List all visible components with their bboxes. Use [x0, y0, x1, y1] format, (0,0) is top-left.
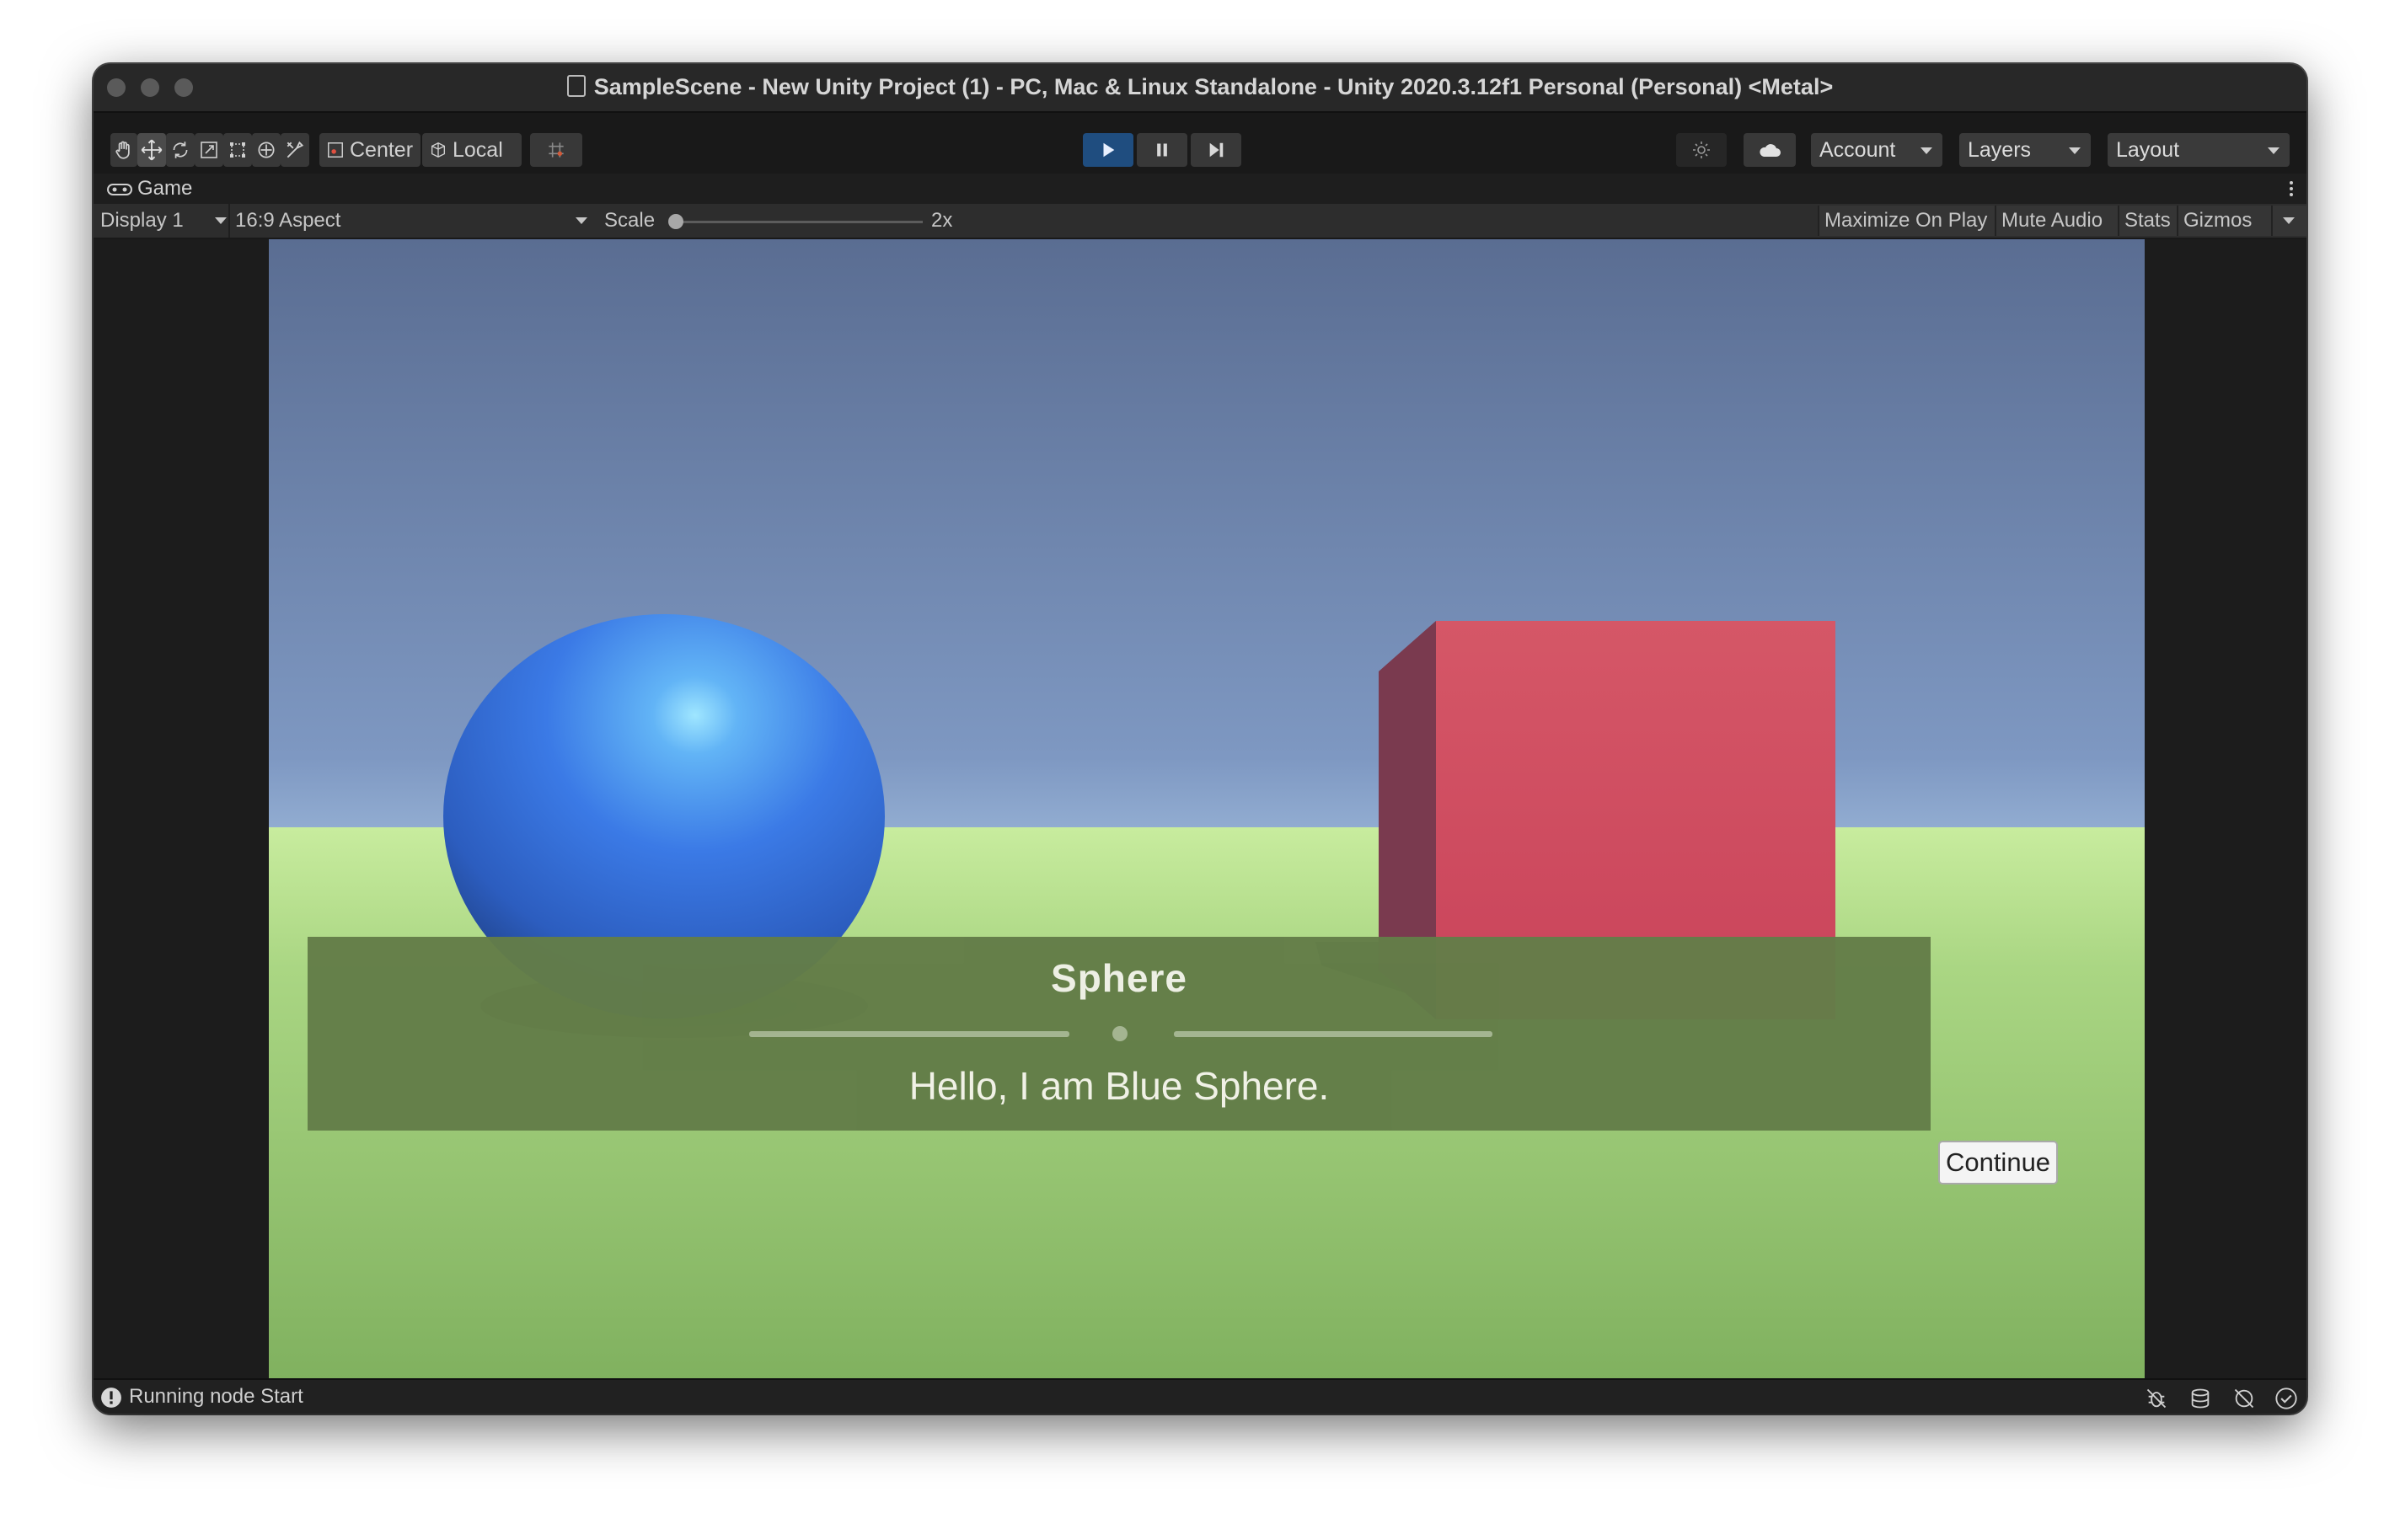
cache-off-icon[interactable] [2232, 1387, 2256, 1410]
sun-icon [1693, 142, 1710, 158]
pivot-mode-button[interactable]: Center [319, 133, 421, 167]
window-title-text: SampleScene - New Unity Project (1) - PC… [593, 74, 1834, 99]
play-icon [1103, 142, 1115, 158]
account-label: Account [1819, 138, 1896, 162]
hand-tool-button[interactable] [110, 133, 137, 167]
display-label: Display 1 [100, 209, 184, 232]
gamepad-icon [107, 184, 132, 195]
custom-tool-button[interactable] [281, 133, 309, 167]
rect-transform-icon [230, 142, 245, 158]
dialogue-line: Hello, I am Blue Sphere. [908, 1064, 1330, 1108]
play-button[interactable] [1083, 133, 1133, 167]
transform-tool-button[interactable] [252, 133, 281, 167]
scale-slider-track[interactable] [670, 221, 923, 223]
aspect-dropdown[interactable]: 16:9 Aspect [228, 204, 592, 238]
local-space-icon [431, 142, 446, 158]
transform-icon [258, 142, 275, 158]
chevron-down-icon [576, 217, 587, 224]
grid-snapping-button[interactable] [530, 133, 582, 167]
divider-dot [1112, 1026, 1128, 1041]
dialogue-panel: Sphere Hello, I am Blue Sphere. [308, 937, 1931, 1131]
pause-icon [1157, 143, 1167, 157]
stats-toggle[interactable]: Stats [2118, 206, 2177, 236]
continue-button[interactable]: Continue [1938, 1141, 2058, 1184]
pause-button[interactable] [1137, 133, 1187, 167]
game-viewport[interactable] [175, 239, 2226, 1392]
scale-icon [201, 142, 217, 158]
status-bar: Running node Start [94, 1378, 2306, 1414]
mute-audio-toggle[interactable]: Mute Audio [1995, 206, 2118, 236]
chevron-down-icon [2069, 147, 2081, 154]
unity-editor-window: SampleScene - New Unity Project (1) - PC… [94, 64, 2306, 1414]
title-bar: SampleScene - New Unity Project (1) - PC… [94, 64, 2306, 113]
divider-line-right [1174, 1031, 1492, 1037]
rotate-tool-button[interactable] [166, 133, 195, 167]
layout-dropdown[interactable]: Layout [2108, 133, 2290, 167]
move-tool-button[interactable] [137, 133, 166, 167]
collab-services-button[interactable] [1676, 133, 1727, 167]
pivot-space-button[interactable]: Local [422, 133, 522, 167]
layout-label: Layout [2116, 138, 2180, 162]
status-message: Running node Start [129, 1385, 303, 1408]
scale-value: 2x [931, 209, 953, 232]
account-dropdown[interactable]: Account [1811, 133, 1942, 167]
window-title: SampleScene - New Unity Project (1) - PC… [94, 74, 2306, 100]
chevron-down-icon [1921, 147, 1932, 154]
layers-label: Layers [1968, 138, 2032, 162]
check-circle-icon[interactable] [2274, 1387, 2298, 1410]
tab-game[interactable]: Game [137, 177, 192, 201]
hand-icon [115, 141, 130, 159]
game-view-controls: Display 1 16:9 Aspect Scale 2x Maximize … [94, 204, 2306, 239]
gizmos-menu-button[interactable] [2271, 206, 2306, 236]
display-dropdown[interactable]: Display 1 [100, 204, 227, 238]
bug-icon[interactable] [2145, 1387, 2168, 1410]
rect-tool-button[interactable] [223, 133, 252, 167]
rotate-icon [173, 142, 188, 158]
step-icon [1209, 142, 1224, 158]
tools-icon [287, 141, 304, 158]
scene-file-icon [566, 75, 586, 97]
chevron-down-icon [215, 217, 227, 224]
more-options-icon[interactable] [2288, 179, 2295, 199]
scale-label: Scale [604, 209, 656, 232]
scene-render [175, 239, 2226, 1392]
pivot-space-label: Local [453, 137, 503, 162]
maximize-on-play-toggle[interactable]: Maximize On Play [1818, 206, 1995, 236]
step-button[interactable] [1191, 133, 1241, 167]
chevron-down-icon [2268, 147, 2279, 154]
gizmos-toggle[interactable]: Gizmos [2177, 206, 2271, 236]
speaker-name: Sphere [1051, 956, 1187, 1000]
chevron-down-icon [2283, 217, 2295, 224]
scale-slider-thumb[interactable] [668, 214, 683, 229]
grid-snap-icon [549, 142, 564, 158]
cloud-button[interactable] [1744, 133, 1796, 167]
info-icon [101, 1388, 121, 1408]
pivot-center-icon [328, 142, 343, 158]
aspect-label: 16:9 Aspect [235, 209, 341, 232]
layers-dropdown[interactable]: Layers [1959, 133, 2091, 167]
move-icon [141, 139, 163, 161]
game-tab-bar: Game [94, 174, 2306, 204]
divider-line-left [749, 1031, 1069, 1037]
cloud-icon [1760, 144, 1781, 157]
pivot-mode-label: Center [350, 137, 414, 162]
scale-tool-button[interactable] [195, 133, 223, 167]
database-icon[interactable] [2188, 1387, 2212, 1410]
